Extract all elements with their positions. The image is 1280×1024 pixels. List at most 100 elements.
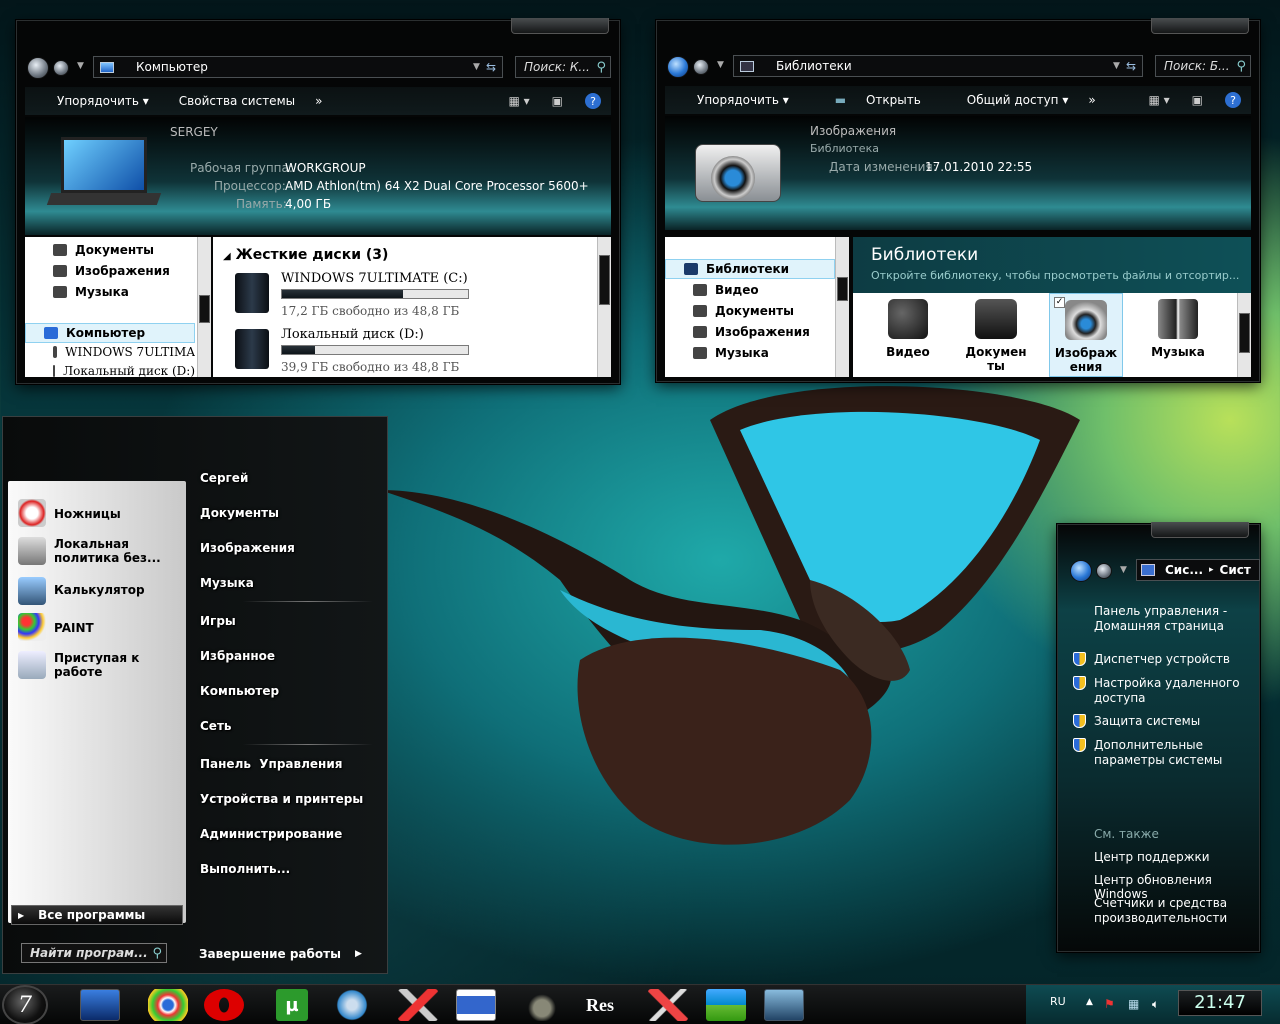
nav-item-video[interactable]: Видео bbox=[693, 283, 759, 297]
address-bar[interactable]: Библиотеки ▼ ⇆ bbox=[733, 55, 1143, 77]
nav-item-documents[interactable]: Документы bbox=[693, 304, 794, 318]
back-button[interactable] bbox=[1070, 560, 1092, 582]
system-window[interactable]: ▼ Сис... ▸ Сист Панель управления - Дома… bbox=[1057, 522, 1260, 952]
nav-scrollbar[interactable] bbox=[197, 237, 211, 377]
taskbar-gimp-icon[interactable] bbox=[522, 989, 562, 1021]
program-local-policy[interactable]: Локальная политика без... bbox=[18, 537, 161, 565]
all-programs-button[interactable]: ▶ Все программы bbox=[11, 905, 183, 925]
shutdown-arrow-icon[interactable]: ▶ bbox=[355, 949, 362, 959]
help-icon[interactable]: ? bbox=[1225, 92, 1241, 108]
clock[interactable]: 21:47 bbox=[1178, 990, 1262, 1016]
taskbar-screen-icon[interactable] bbox=[456, 989, 496, 1021]
taskbar-explorer-icon[interactable] bbox=[80, 989, 120, 1021]
nav-item-computer[interactable]: Компьютер bbox=[25, 323, 195, 343]
more-button[interactable]: » bbox=[315, 94, 322, 108]
show-hidden-icons[interactable]: ▲ bbox=[1086, 997, 1093, 1007]
view-options-icon[interactable]: ▦ ▾ bbox=[1148, 93, 1169, 107]
performance-link[interactable]: Счетчики и средства производительности bbox=[1094, 896, 1227, 926]
refresh-icon[interactable]: ⇆ bbox=[1126, 59, 1136, 73]
nav-item-libraries[interactable]: Библиотеки bbox=[665, 259, 835, 279]
nav-scrollbar[interactable] bbox=[835, 237, 849, 377]
menu-network[interactable]: Сеть bbox=[200, 719, 232, 733]
address-bar[interactable]: Компьютер ▼ ⇆ bbox=[93, 56, 503, 78]
nav-item-music[interactable]: Музыка bbox=[53, 285, 129, 299]
start-search-input[interactable]: Найти програм... ⚲ bbox=[21, 943, 167, 963]
menu-games[interactable]: Игры bbox=[200, 614, 236, 628]
menu-user[interactable]: Сергей bbox=[200, 471, 248, 485]
taskbar-repair-icon[interactable] bbox=[648, 989, 688, 1021]
program-calculator[interactable]: Калькулятор bbox=[18, 577, 145, 605]
forward-button[interactable] bbox=[693, 59, 709, 75]
forward-button[interactable] bbox=[1096, 563, 1112, 579]
back-button[interactable] bbox=[27, 57, 49, 79]
taskbar-chrome-icon[interactable] bbox=[148, 989, 188, 1021]
address-dropdown-icon[interactable]: ▼ bbox=[1113, 61, 1120, 71]
remote-settings-link[interactable]: Настройка удаленного доступа bbox=[1094, 676, 1240, 706]
search-input[interactable]: Поиск: Б... ⚲ bbox=[1155, 55, 1251, 77]
computer-window[interactable]: ▼ Компьютер ▼ ⇆ Поиск: К... ⚲ Упорядочит… bbox=[16, 18, 620, 384]
program-getting-started[interactable]: Приступая к работе bbox=[18, 651, 139, 679]
forward-button[interactable] bbox=[53, 60, 69, 76]
refresh-icon[interactable]: ⇆ bbox=[486, 60, 496, 74]
program-snipping-tool[interactable]: Ножницы bbox=[18, 499, 121, 527]
search-input[interactable]: Поиск: К... ⚲ bbox=[515, 56, 611, 78]
history-dropdown-icon[interactable]: ▼ bbox=[77, 61, 84, 71]
system-properties-button[interactable]: Свойства системы bbox=[179, 94, 295, 108]
organize-button[interactable]: Упорядочить ▾ bbox=[681, 93, 789, 107]
advanced-settings-link[interactable]: Дополнительные параметры системы bbox=[1094, 738, 1222, 768]
system-protection-link[interactable]: Защита системы bbox=[1094, 714, 1200, 728]
content-scroll-thumb[interactable] bbox=[599, 255, 610, 305]
history-dropdown-icon[interactable]: ▼ bbox=[1120, 565, 1127, 575]
taskbar-utorrent-icon[interactable]: µ bbox=[276, 989, 308, 1021]
nav-item-drive-c[interactable]: WINDOWS 7ULTIMA bbox=[53, 345, 195, 359]
help-icon[interactable]: ? bbox=[585, 93, 601, 109]
menu-run[interactable]: Выполнить... bbox=[200, 862, 290, 876]
menu-control-panel[interactable]: Панель Управления bbox=[200, 757, 342, 771]
tiles-scrollbar[interactable] bbox=[1237, 293, 1251, 377]
drive-c-item[interactable]: WINDOWS 7ULTIMATE (C:) 17,2 ГБ свободно … bbox=[233, 271, 493, 319]
open-button[interactable]: ▬ Открыть bbox=[819, 93, 921, 107]
menu-administration[interactable]: Администрирование bbox=[200, 827, 342, 841]
nav-item-music[interactable]: Музыка bbox=[693, 346, 769, 360]
checkbox-icon[interactable]: ✓ bbox=[1054, 297, 1065, 308]
back-button[interactable] bbox=[667, 56, 689, 78]
more-button[interactable]: » bbox=[1088, 93, 1095, 107]
tile-images[interactable]: ✓ Изображ ения bbox=[1049, 293, 1123, 377]
action-center-flag-icon[interactable]: ⚑ bbox=[1104, 997, 1115, 1011]
menu-computer[interactable]: Компьютер bbox=[200, 684, 279, 698]
address-dropdown-icon[interactable]: ▼ bbox=[473, 62, 480, 72]
taskbar-messenger-icon[interactable] bbox=[332, 989, 372, 1021]
preview-pane-icon[interactable]: ▣ bbox=[552, 94, 563, 108]
menu-favorites[interactable]: Избранное bbox=[200, 649, 275, 663]
libraries-window[interactable]: ▼ Библиотеки ▼ ⇆ Поиск: Б... ⚲ Упорядочи… bbox=[656, 18, 1260, 382]
tiles-scroll-thumb[interactable] bbox=[1239, 313, 1250, 353]
nav-item-images[interactable]: Изображения bbox=[53, 264, 170, 278]
tile-music[interactable]: Музыка bbox=[1143, 295, 1213, 375]
nav-scroll-thumb[interactable] bbox=[837, 277, 848, 301]
nav-item-documents[interactable]: Документы bbox=[53, 243, 154, 257]
content-scrollbar[interactable] bbox=[597, 237, 611, 377]
menu-devices-printers[interactable]: Устройства и принтеры bbox=[200, 792, 363, 806]
volume-icon[interactable]: 🔈︎ bbox=[1152, 997, 1159, 1012]
network-icon[interactable]: ▦ bbox=[1128, 997, 1139, 1011]
taskbar-reshacker-icon[interactable]: Res bbox=[580, 989, 620, 1021]
window-controls[interactable] bbox=[511, 18, 609, 34]
nav-scroll-thumb[interactable] bbox=[199, 295, 210, 323]
language-indicator[interactable]: RU bbox=[1050, 995, 1066, 1008]
device-manager-link[interactable]: Диспетчер устройств bbox=[1094, 652, 1230, 666]
share-button[interactable]: Общий доступ ▾ bbox=[951, 93, 1069, 107]
drive-d-item[interactable]: Локальный диск (D:) 39,9 ГБ свободно из … bbox=[233, 327, 493, 375]
tile-video[interactable]: Видео bbox=[873, 295, 943, 375]
taskbar-system-icon[interactable] bbox=[764, 989, 804, 1021]
group-header[interactable]: ◢ Жесткие диски (3) bbox=[223, 247, 388, 263]
view-options-icon[interactable]: ▦ ▾ bbox=[508, 94, 529, 108]
preview-pane-icon[interactable]: ▣ bbox=[1192, 93, 1203, 107]
menu-documents[interactable]: Документы bbox=[200, 506, 279, 520]
organize-button[interactable]: Упорядочить ▾ bbox=[41, 94, 149, 108]
nav-item-images[interactable]: Изображения bbox=[693, 325, 810, 339]
shutdown-button[interactable]: Завершение работы ▶ bbox=[199, 947, 362, 961]
history-dropdown-icon[interactable]: ▼ bbox=[717, 60, 724, 70]
address-bar[interactable]: Сис... ▸ Сист bbox=[1136, 559, 1260, 581]
taskbar-tools-icon[interactable] bbox=[398, 989, 438, 1021]
taskbar-opera-icon[interactable] bbox=[204, 989, 244, 1021]
